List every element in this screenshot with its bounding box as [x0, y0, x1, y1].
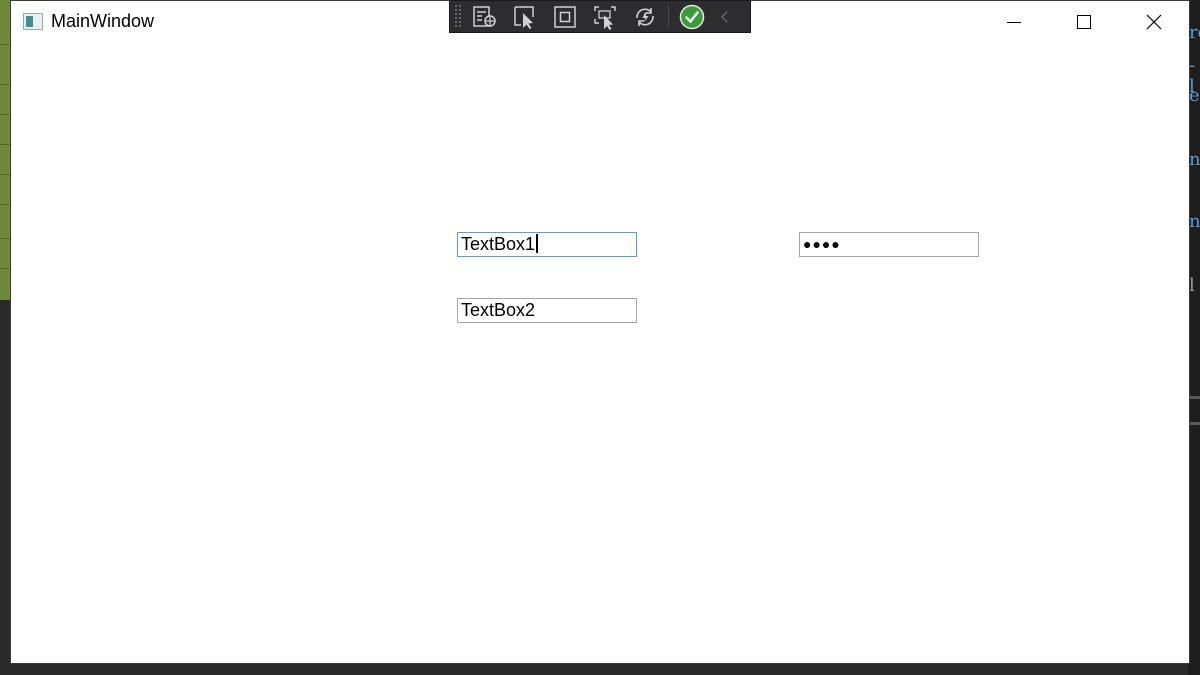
live-visual-tree-icon [473, 5, 496, 27]
background-code-editor: ro -l e= ne ne l [1188, 0, 1200, 675]
minimize-button[interactable] [979, 1, 1049, 43]
live-visual-tree-button[interactable] [468, 3, 502, 31]
select-element-icon [514, 5, 534, 29]
binding-failures-button[interactable] [675, 3, 709, 31]
textbox-2-text: TextBox2 [461, 300, 536, 320]
main-window: MainWindow TextBox1 TextBox2 ●●●● [11, 1, 1189, 663]
app-icon[interactable] [23, 13, 43, 30]
select-element-button[interactable] [508, 3, 542, 31]
textbox-2[interactable]: TextBox2 [457, 298, 637, 323]
password-mask: ●●●● [803, 236, 841, 252]
maximize-button[interactable] [1049, 1, 1119, 43]
text-caret [536, 234, 539, 253]
textbox-1-text: TextBox1 [461, 234, 536, 254]
toolbar-grip-handle[interactable] [454, 4, 462, 29]
code-fragment: ro [1189, 22, 1200, 43]
toolbar-separator [668, 5, 669, 28]
maximize-icon [1077, 15, 1091, 29]
password-box[interactable]: ●●●● [799, 232, 979, 257]
hot-reload-icon [636, 7, 654, 26]
track-focused-element-icon [594, 5, 616, 30]
xaml-debug-toolbar [449, 0, 751, 33]
code-fragment: e= [1189, 85, 1200, 106]
code-fragment: ne [1189, 211, 1200, 232]
textbox-1[interactable]: TextBox1 [457, 232, 637, 257]
binding-failures-ok-icon [679, 4, 705, 29]
display-layout-adorners-icon [554, 5, 576, 28]
track-focused-element-button[interactable] [588, 3, 622, 31]
collapse-toolbar-icon [721, 10, 728, 23]
minimize-icon [1007, 21, 1021, 23]
close-icon [1146, 14, 1162, 30]
collapse-toolbar-button[interactable] [715, 3, 735, 31]
close-button[interactable] [1119, 1, 1189, 43]
code-fragment: ne [1189, 149, 1200, 170]
display-layout-adorners-button[interactable] [548, 3, 582, 31]
hot-reload-button[interactable] [628, 3, 662, 31]
window-title: MainWindow [51, 11, 155, 31]
code-fragment: l [1189, 275, 1195, 296]
